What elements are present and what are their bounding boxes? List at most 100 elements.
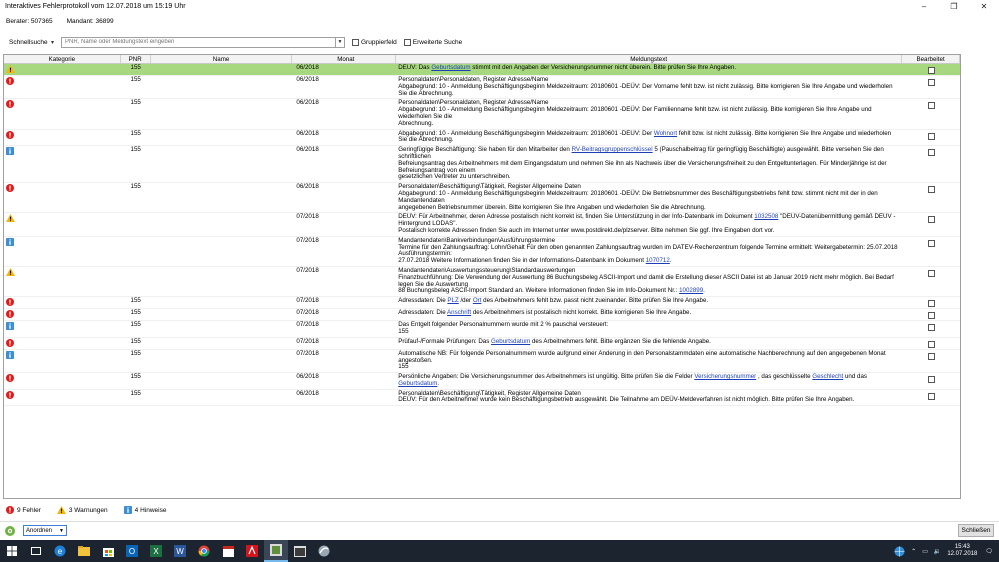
cell-meldungstext: Adressdaten: Die Anschrift des Arbeitneh…	[396, 309, 902, 320]
column-header-meldungstext[interactable]: Meldungstext	[396, 55, 903, 63]
table-row[interactable]: 155 06/2018 DEÜV: Das Geburtsdatum stimmt …	[4, 64, 960, 76]
bearbeitet-checkbox[interactable]	[927, 352, 935, 360]
message-text: angegebenen Betriebsnummer überein. Bitt…	[398, 203, 706, 211]
calendar-app-icon[interactable]	[216, 540, 240, 562]
message-link[interactable]: PLZ	[447, 297, 458, 304]
notification-icon[interactable]: 🗨	[985, 548, 993, 555]
volume-icon[interactable]: 🔉	[934, 548, 941, 555]
table-row[interactable]: 155 07/2018 Adressdaten: Die PLZ /der Ort …	[4, 297, 960, 310]
message-link[interactable]: Versicherungsnummer	[694, 373, 756, 380]
display-icon[interactable]: ▭	[922, 548, 928, 555]
bearbeitet-checkbox[interactable]	[927, 186, 935, 194]
table-row[interactable]: 155 06/2018 Persönliche Angaben: Die Versi…	[4, 373, 960, 390]
group-field-checkbox-label[interactable]: Gruppierfeld	[352, 38, 397, 46]
excel-icon[interactable]: X	[144, 540, 168, 562]
error-icon	[6, 506, 14, 514]
message-line: Adressdaten: Die PLZ /der Ort des Arbeit…	[398, 297, 900, 305]
bearbeitet-checkbox[interactable]	[927, 149, 935, 157]
message-link[interactable]: Geburtsdatum	[431, 64, 470, 71]
settings-gear-icon[interactable]	[5, 526, 15, 536]
file-explorer-icon[interactable]	[72, 540, 96, 562]
bearbeitet-checkbox[interactable]	[927, 392, 935, 400]
table-row[interactable]: 07/2018 Mandantendaten\Bankverbindungen\A…	[4, 237, 960, 267]
minimize-icon[interactable]: –	[909, 0, 939, 13]
error-icon	[6, 130, 14, 139]
message-link[interactable]: Wohnort	[654, 130, 677, 137]
datev-arbeitsplatz-icon[interactable]	[312, 540, 336, 562]
table-row[interactable]: 155 06/2018 Personaldaten\Beschäftigung\Tä…	[4, 390, 960, 407]
message-link[interactable]: Geburtsdatum	[398, 380, 437, 387]
bearbeitet-checkbox[interactable]	[927, 132, 935, 140]
acrobat-icon[interactable]	[240, 540, 264, 562]
message-link[interactable]: Geschlecht	[812, 373, 843, 380]
extended-search-checkbox[interactable]	[403, 38, 411, 46]
message-text: Befreiungsantrag des Arbeitnehmers mit d…	[398, 159, 887, 174]
message-line: Geringfügige Beschäftigung: Sie haben fü…	[398, 146, 900, 161]
info-icon	[6, 147, 14, 156]
table-row[interactable]: 155 06/2018 Geringfügige Beschäftigung: Si…	[4, 146, 960, 184]
close-button[interactable]: Schließen	[958, 524, 994, 537]
table-row[interactable]: 07/2018 Mandantendaten\Auswertungssteueru…	[4, 267, 960, 298]
message-link[interactable]: Anschrift	[447, 309, 471, 316]
bearbeitet-checkbox[interactable]	[927, 269, 935, 277]
windows-start-icon[interactable]	[0, 540, 24, 562]
arrange-select[interactable]: Anordnen ▼	[23, 525, 67, 536]
bearbeitet-checkbox[interactable]	[927, 324, 935, 332]
search-dropdown-icon[interactable]: ▼	[336, 36, 345, 48]
table-row[interactable]: 07/2018 DEÜV: Für Arbeitnehmer, deren Adr…	[4, 213, 960, 237]
message-link[interactable]: 1070712	[646, 257, 670, 264]
svg-text:O: O	[129, 547, 135, 556]
tray-arrow-icon[interactable]: ⌃	[911, 548, 916, 555]
chrome-icon[interactable]	[192, 540, 216, 562]
message-link[interactable]: 1002899	[679, 287, 703, 294]
info-icon	[6, 322, 14, 331]
store-icon[interactable]	[96, 540, 120, 562]
chevron-down-icon[interactable]: ▾	[51, 39, 59, 46]
terminal-icon[interactable]	[288, 540, 312, 562]
cell-pnr	[121, 213, 151, 235]
bearbeitet-checkbox[interactable]	[927, 312, 935, 320]
table-row[interactable]: 155 07/2018 Adressdaten: Die Anschrift des…	[4, 309, 960, 322]
cell-name	[151, 130, 293, 146]
bearbeitet-checkbox[interactable]	[927, 67, 935, 74]
maximize-icon[interactable]: ❐	[939, 0, 969, 13]
bearbeitet-checkbox[interactable]	[927, 239, 935, 247]
table-row[interactable]: 155 07/2018 Das Entgelt folgender Personal…	[4, 321, 960, 338]
message-link[interactable]: RV-Beitragsgruppenschlüssel	[572, 146, 653, 153]
message-line: DEÜV: Für Arbeitnehmer, deren Adresse po…	[398, 213, 900, 228]
datev-lodas-icon[interactable]	[264, 540, 288, 562]
bearbeitet-checkbox[interactable]	[927, 102, 935, 110]
bearbeitet-checkbox[interactable]	[927, 340, 935, 348]
bearbeitet-checkbox[interactable]	[927, 300, 935, 308]
table-row[interactable]: 155 06/2018 Abgabegrund: 10 - Anmeldung Be…	[4, 130, 960, 147]
edge-icon[interactable]: e	[48, 540, 72, 562]
message-link[interactable]: 1032508	[754, 213, 778, 220]
message-line: angegebenen Betriebsnummer überein. Bitt…	[398, 203, 900, 212]
group-field-checkbox[interactable]	[352, 38, 359, 46]
table-row[interactable]: 155 06/2018 Personaldaten\Personaldaten, R…	[4, 99, 960, 130]
table-row[interactable]: 155 07/2018 Prüfauf-/Formale Prüfungen: Da…	[4, 338, 960, 350]
column-header-name[interactable]: Name	[151, 55, 293, 63]
search-input[interactable]	[61, 36, 336, 48]
column-header-pnr[interactable]: PNR	[121, 55, 151, 63]
bearbeitet-checkbox[interactable]	[927, 79, 935, 86]
cell-kategorie	[4, 99, 121, 128]
column-header-monat[interactable]: Monat	[292, 55, 397, 63]
cell-kategorie	[4, 390, 121, 406]
word-icon[interactable]: W	[168, 540, 192, 562]
message-line: 155	[398, 328, 900, 336]
extended-search-checkbox-label[interactable]: Erweiterte Suche	[403, 38, 462, 46]
message-link[interactable]: Geburtsdatum	[491, 338, 530, 345]
table-row[interactable]: 155 07/2018 Automatische NB: Für folgende …	[4, 350, 960, 374]
bearbeitet-checkbox[interactable]	[927, 376, 935, 384]
task-view-icon[interactable]	[24, 540, 48, 562]
table-row[interactable]: 155 06/2018 Personaldaten\Personaldaten, R…	[4, 76, 960, 100]
bearbeitet-checkbox[interactable]	[927, 216, 935, 224]
network-globe-icon[interactable]	[894, 546, 905, 557]
outlook-icon[interactable]: O	[120, 540, 144, 562]
column-header-kategorie[interactable]: Kategorie	[4, 55, 121, 63]
table-row[interactable]: 155 06/2018 Personaldaten\Beschäftigung\Tä…	[4, 183, 960, 214]
close-icon[interactable]: ✕	[969, 0, 999, 13]
taskbar-clock[interactable]: 15:43 12.07.2018	[947, 544, 977, 558]
column-header-bearbeitet[interactable]: Bearbeitet	[902, 55, 960, 63]
